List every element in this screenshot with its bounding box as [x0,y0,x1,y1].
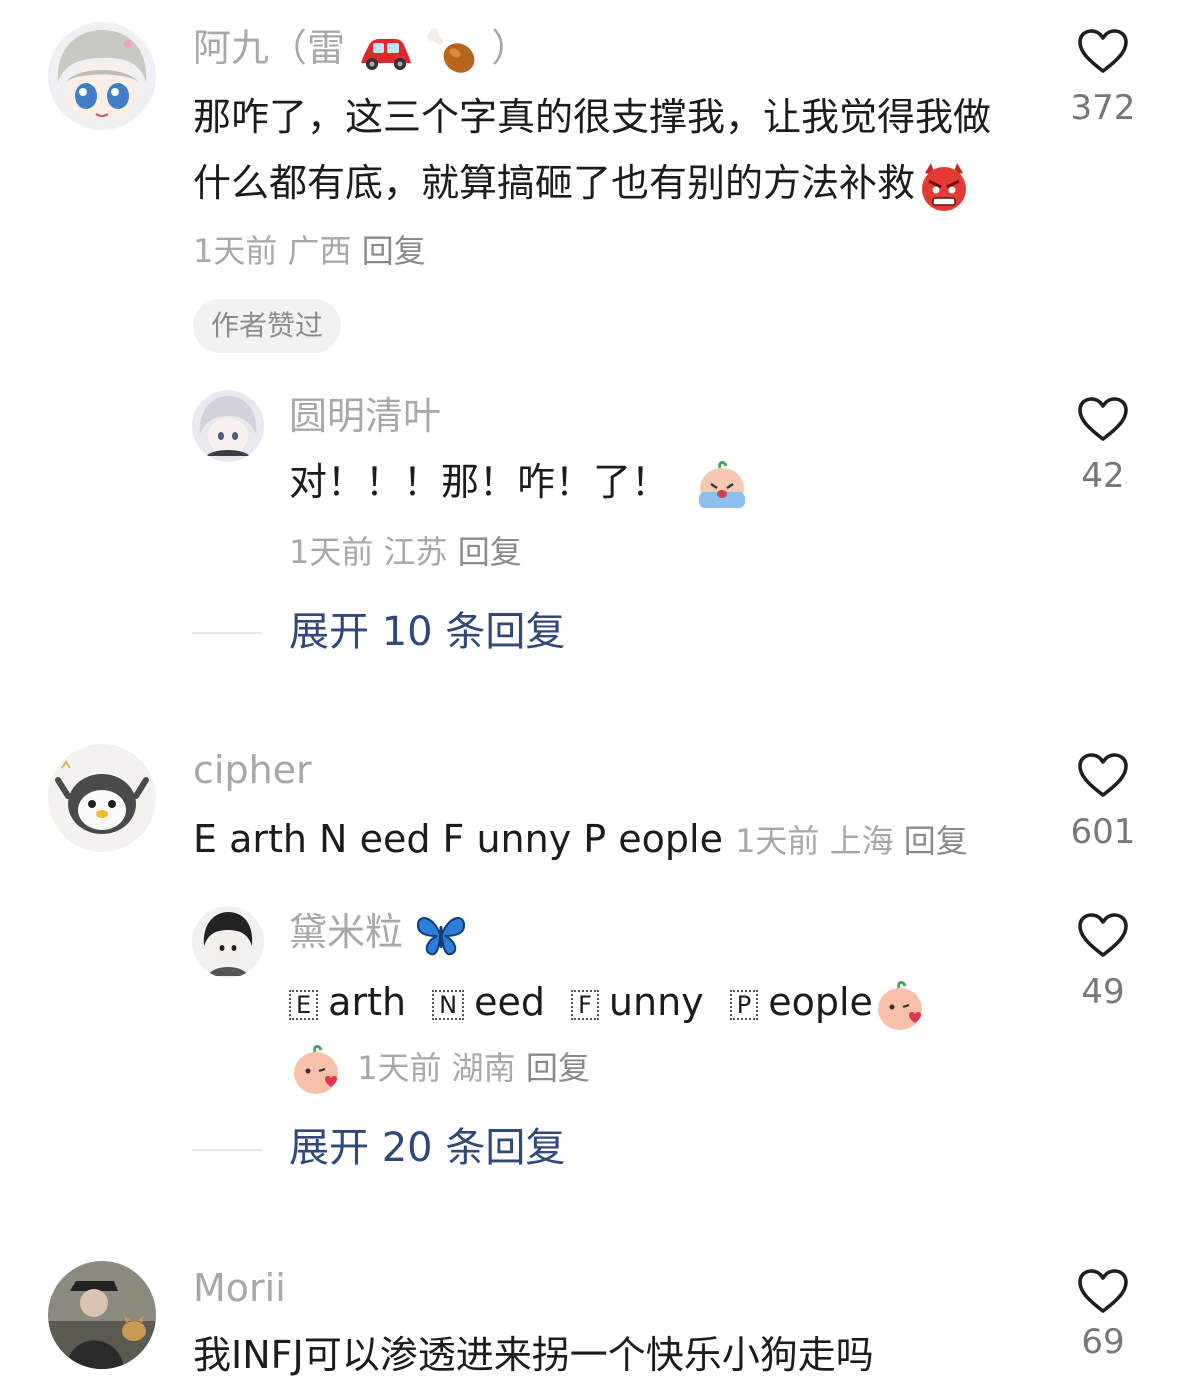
like-count: 42 [1081,456,1125,496]
car-emoji [357,29,415,73]
reply-text: 对！！！那！咋！了！ [289,452,989,512]
comment-username[interactable]: cipher [193,746,312,794]
avatar[interactable] [48,744,156,852]
drumstick-emoji [427,26,479,76]
angry-devil-emoji [917,159,971,213]
reply-button[interactable]: 回复 [526,1049,590,1087]
heart-outline-icon [1077,396,1129,442]
expand-divider [192,632,262,634]
comment-text: E arth N eed F unny P eople 1天前 上海 回复 [193,806,1053,874]
comment-location: 上海 [829,822,894,860]
crying-emoji [693,458,751,512]
heart-outline-icon [1077,752,1129,798]
expand-replies-link[interactable]: 展开 10 条回复 [289,606,565,658]
like-button[interactable]: 372 [1058,28,1148,128]
username-suffix: ） [491,26,530,70]
comment-text: 那咋了，这三个字真的很支撑我，让我觉得我做什么都有底，就算搞砸了也有别的方法补救… [193,84,1023,284]
heart-outline-icon [1077,1268,1129,1314]
author-liked-badge: 作者赞过 [193,299,342,353]
boxed-letter: E [289,989,319,1020]
comment-meta: 1天前 上海 回复 [735,822,968,860]
comment-body: E arth N eed F unny P eople [193,817,723,861]
blowing-kiss-emoji [873,977,929,1033]
comment-body: 那咋了，这三个字真的很支撑我，让我觉得我做什么都有底，就算搞砸了也有别的方法补救 [193,95,992,205]
like-count: 372 [1070,88,1136,128]
like-button[interactable]: 49 [1058,912,1148,1012]
reply-meta: 1天前 江苏 回复 [289,530,522,574]
like-count: 69 [1081,1322,1125,1362]
comment-time: 1天前 [735,822,820,860]
like-button[interactable]: 601 [1058,752,1148,852]
avatar[interactable] [48,22,156,130]
reply-location: 江苏 [383,533,448,571]
reply-word: unny [608,980,704,1024]
avatar[interactable] [192,390,264,462]
like-button[interactable]: 69 [1058,1268,1148,1362]
boxed-letter: N [432,989,465,1020]
comment-time: 1天前 [193,232,278,270]
expand-divider [192,1149,262,1151]
expand-replies-link[interactable]: 展开 20 条回复 [289,1122,565,1174]
heart-outline-icon [1077,912,1129,958]
comment-meta: 1天前 广西 回复 [193,232,426,270]
reply-location: 湖南 [451,1049,516,1087]
comment-username[interactable]: 阿九（雷 ） [193,24,529,76]
reply-button[interactable]: 回复 [904,822,968,860]
like-button[interactable]: 42 [1058,396,1148,496]
butterfly-emoji [415,912,467,958]
comment-text: 我INFJ可以渗透进来拐一个快乐小狗走吗 [193,1333,874,1377]
reply-username[interactable]: 圆明清叶 [289,392,441,440]
comment-username[interactable]: Morii [193,1264,286,1312]
reply-body: 对！！！那！咋！了！ [289,460,670,504]
like-count: 49 [1081,972,1125,1012]
heart-outline-icon [1077,28,1129,74]
reply-word: eed [474,980,546,1024]
reply-button[interactable]: 回复 [458,533,522,571]
boxed-letter: F [571,989,599,1020]
boxed-letter: P [729,989,759,1020]
like-count: 601 [1070,812,1136,852]
reply-word: eople [768,980,873,1024]
reply-meta: 1天前 湖南 回复 [357,1049,590,1087]
username-text: 阿九（雷 [193,26,346,70]
reply-button[interactable]: 回复 [362,232,426,270]
reply-username[interactable]: 黛米粒 [289,908,467,958]
avatar[interactable] [48,1261,156,1369]
reply-text: Earth Need Funny People 1天前 湖南 回复 [289,970,1009,1100]
reply-time: 1天前 [289,533,374,571]
username-text: 黛米粒 [289,910,404,954]
comment-location: 广西 [287,232,352,270]
blowing-kiss-emoji [289,1041,345,1097]
avatar[interactable] [192,906,264,978]
reply-time: 1天前 [357,1049,442,1087]
reply-word: arth [328,980,407,1024]
